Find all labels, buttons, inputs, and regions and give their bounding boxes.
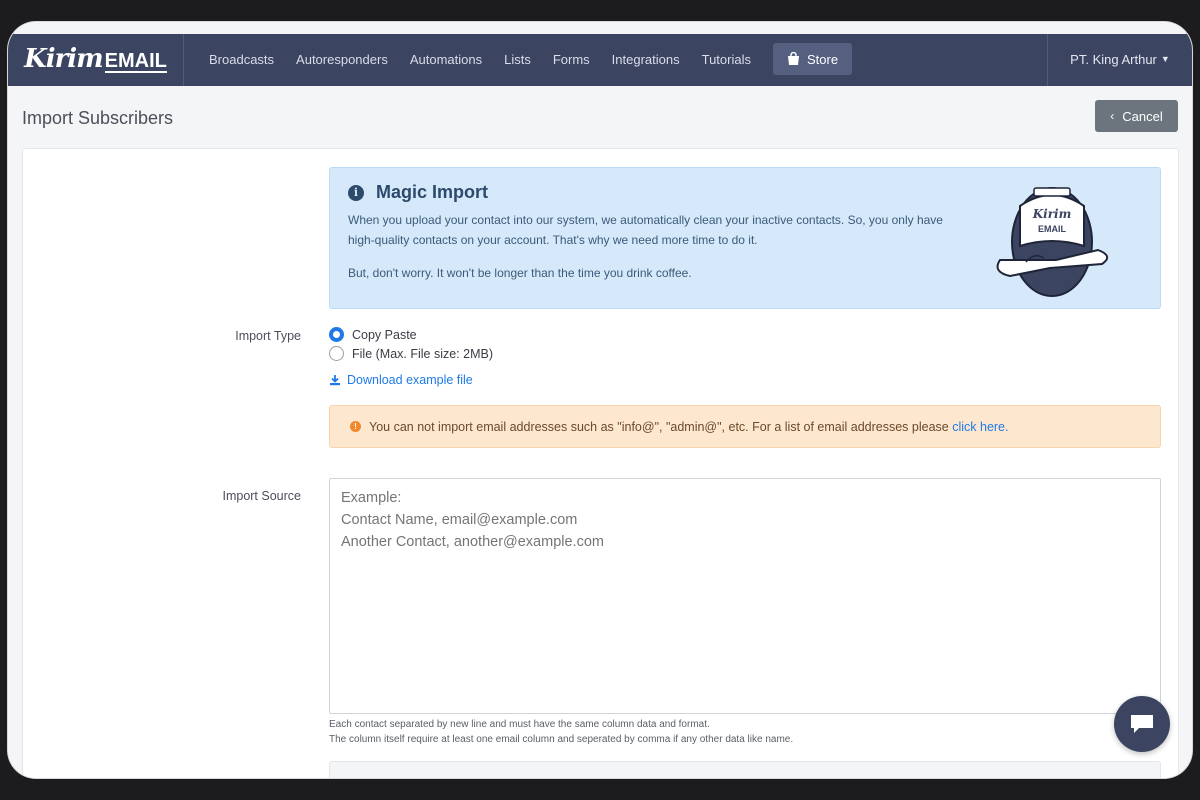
info-title: i Magic Import [348, 182, 488, 203]
svg-text:EMAIL: EMAIL [1038, 224, 1067, 234]
caret-down-icon: ▼ [1160, 54, 1170, 64]
frame-top-edge [8, 22, 1192, 34]
nav-tutorials[interactable]: Tutorials [691, 52, 762, 67]
radio-file-label: File (Max. File size: 2MB) [352, 346, 493, 361]
info-description: When you upload your contact into our sy… [348, 213, 943, 247]
radio-checked-icon[interactable] [329, 327, 344, 342]
chat-widget-button[interactable] [1114, 696, 1170, 752]
store-label: Store [806, 51, 839, 67]
page-title: Import Subscribers [22, 108, 174, 128]
nav-lists[interactable]: Lists [493, 52, 542, 67]
nav-forms[interactable]: Forms [542, 52, 601, 67]
app-window: Kirim EMAIL Broadcasts Autoresponders Au… [8, 22, 1192, 778]
next-section-box [329, 761, 1161, 778]
warning-text: You can not import email addresses such … [369, 420, 1009, 434]
import-source-label: Import Source [222, 489, 301, 503]
logo-script: Kirim [24, 44, 104, 74]
info-circle-icon: i [348, 184, 364, 201]
main-nav: Broadcasts Autoresponders Automations Li… [198, 32, 853, 86]
radio-file[interactable]: File (Max. File size: 2MB) [329, 346, 493, 361]
radio-unchecked-icon[interactable] [329, 346, 344, 361]
exclamation-circle-icon: ! [350, 421, 361, 432]
chat-bubble-icon [1131, 715, 1153, 733]
user-name: PT. King Arthur [1070, 51, 1157, 67]
svg-text:Kirim: Kirim [1032, 207, 1072, 221]
info-title-text: Magic Import [376, 182, 489, 202]
download-icon [330, 375, 340, 386]
store-button[interactable]: Store [772, 43, 853, 75]
chevron-left-icon: ‹ [1110, 109, 1115, 123]
import-card: i Magic Import When you upload your cont… [22, 148, 1179, 778]
user-menu[interactable]: PT. King Arthur ▼ [1047, 32, 1192, 86]
radio-copy-paste-label: Copy Paste [352, 327, 417, 342]
import-type-label: Import Type [235, 329, 301, 343]
nav-automations[interactable]: Automations [399, 52, 493, 67]
shopping-bag-icon [787, 52, 799, 65]
radio-copy-paste[interactable]: Copy Paste [329, 327, 417, 342]
warning-message: You can not import email addresses such … [369, 419, 953, 434]
nav-autoresponders[interactable]: Autoresponders [285, 52, 399, 67]
cancel-label: Cancel [1122, 108, 1163, 124]
download-label: Download example file [347, 373, 473, 387]
download-example-link[interactable]: Download example file [329, 373, 473, 387]
egg-mascot-illustration: Kirim EMAIL [996, 187, 1109, 297]
help-text-2: The column itself require at least one e… [329, 734, 794, 745]
top-navbar: Kirim EMAIL Broadcasts Autoresponders Au… [8, 32, 1192, 86]
kirim-email-logo[interactable]: Kirim EMAIL [8, 32, 184, 86]
nav-integrations[interactable]: Integrations [601, 52, 691, 67]
info-note: But, don't worry. It won't be longer tha… [348, 266, 692, 280]
logo-word: EMAIL [104, 50, 167, 73]
help-text-1: Each contact separated by new line and m… [329, 719, 710, 730]
nav-broadcasts[interactable]: Broadcasts [198, 52, 285, 67]
import-source-textarea[interactable] [329, 478, 1161, 714]
click-here-link[interactable]: click here. [952, 420, 1008, 434]
magic-import-alert: i Magic Import When you upload your cont… [329, 167, 1161, 309]
email-warning-alert: ! You can not import email addresses suc… [329, 405, 1161, 448]
cancel-button[interactable]: ‹ Cancel [1095, 100, 1178, 132]
